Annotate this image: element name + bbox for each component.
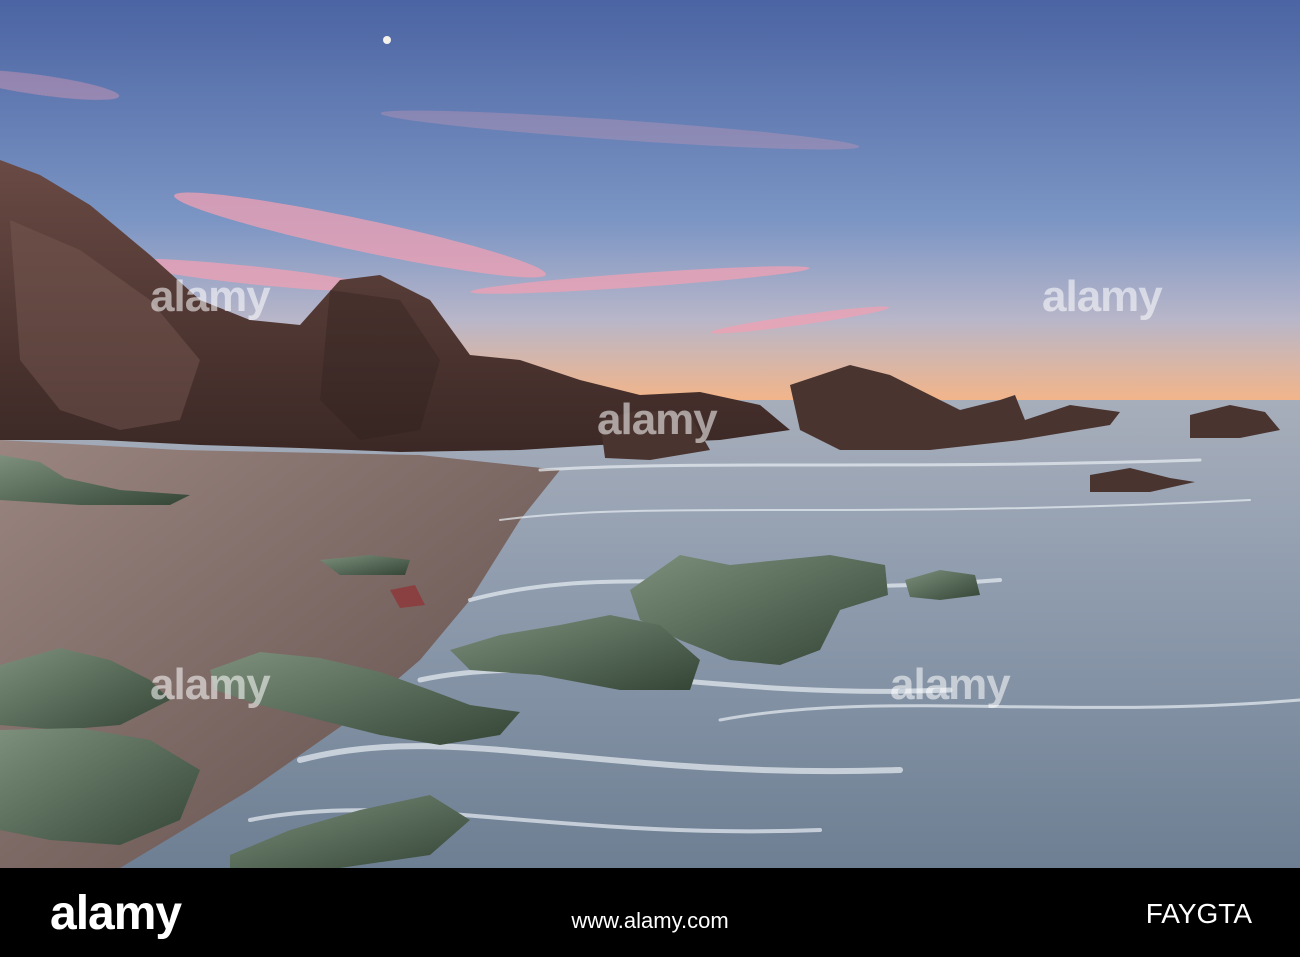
alamy-logo: alamy: [50, 887, 182, 940]
watermark-brand-left: alamy: [150, 660, 271, 709]
coastal-sunset-photo: alamy alamy alamy alamy alamy: [0, 0, 1300, 868]
stock-photo-page: alamy alamy alamy alamy alamy alamy www.…: [0, 0, 1300, 957]
watermark-brand-center: alamy: [597, 395, 718, 444]
image-id: FAYGTA: [1145, 898, 1252, 929]
watermark-footer-bar: alamy www.alamy.com FAYGTA: [0, 868, 1300, 957]
watermark-brand-topleft: alamy: [150, 272, 271, 321]
watermark-brand-lower: alamy: [890, 660, 1011, 709]
alamy-url: www.alamy.com: [571, 908, 729, 933]
watermark-brand-upper: alamy: [1042, 272, 1163, 321]
moon: [383, 36, 391, 44]
